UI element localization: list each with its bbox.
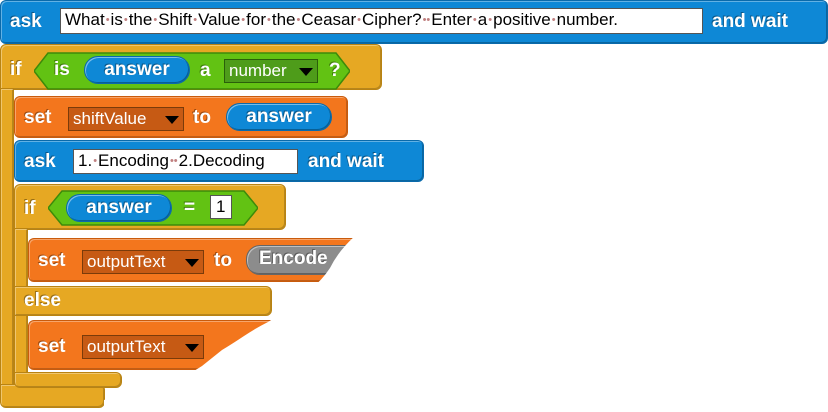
torn-edge-overlay <box>104 230 828 412</box>
